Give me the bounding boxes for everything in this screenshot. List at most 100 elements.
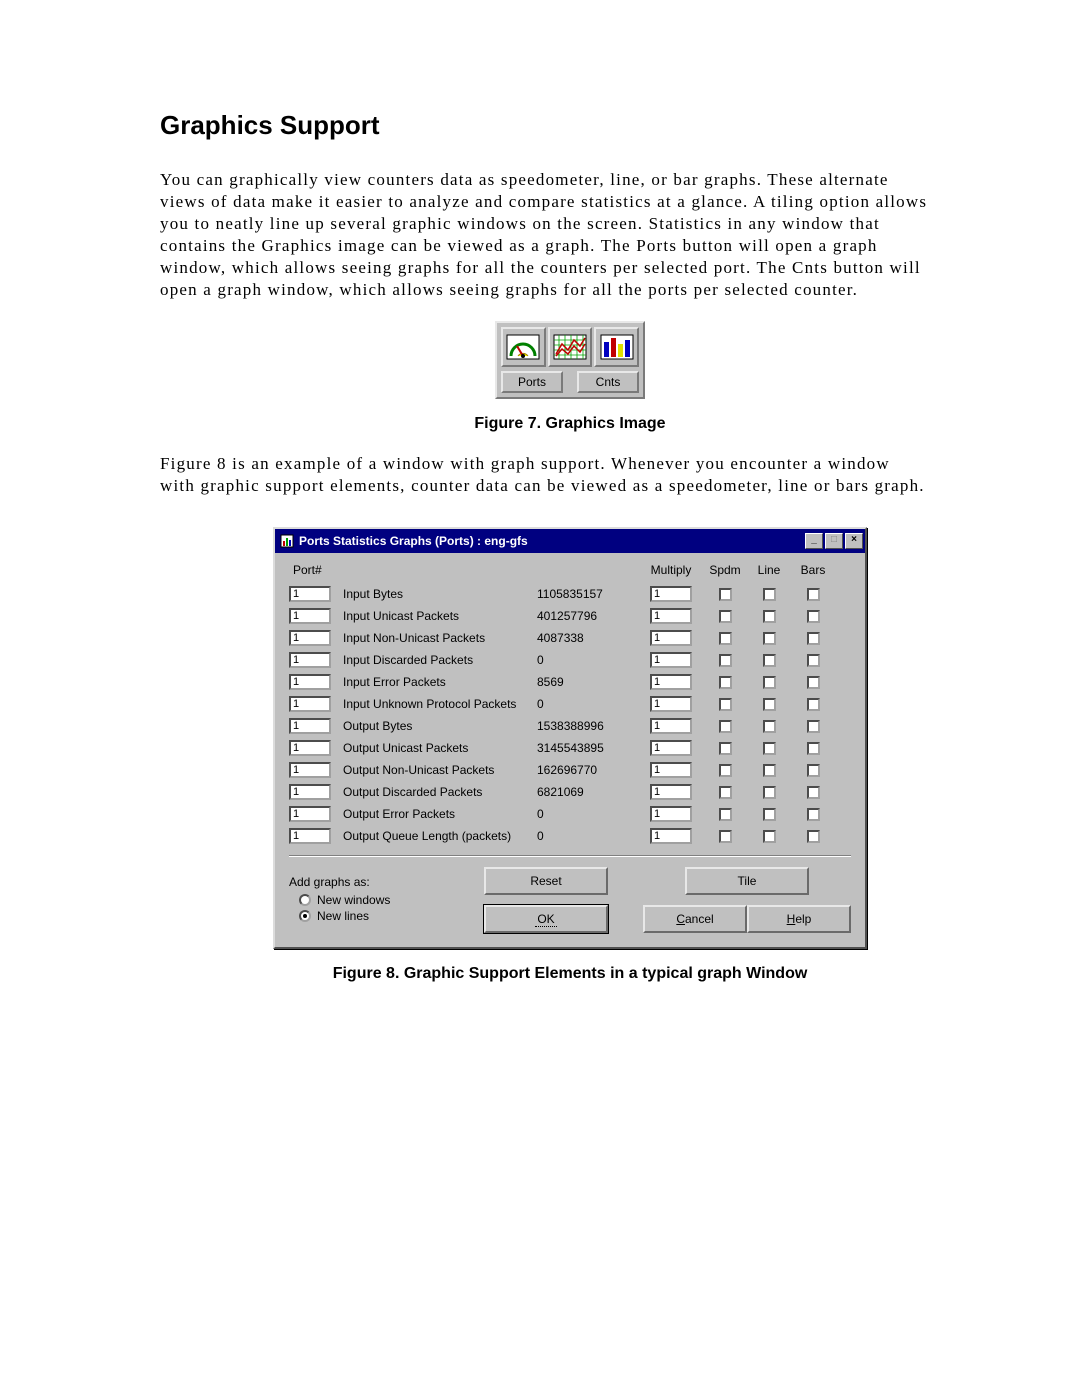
port-input[interactable] xyxy=(289,674,331,690)
line-chart-icon[interactable] xyxy=(548,327,593,367)
spdm-checkbox[interactable] xyxy=(719,742,732,755)
figure-7-caption: Figure 7. Graphics Image xyxy=(185,415,955,433)
counter-value: 0 xyxy=(537,653,637,667)
cnts-button[interactable]: Cnts xyxy=(577,371,639,393)
ok-button[interactable]: OK xyxy=(484,905,608,933)
cancel-button[interactable]: Cancel xyxy=(643,905,747,933)
paragraph-1: You can graphically view counters data a… xyxy=(160,169,930,301)
bars-checkbox[interactable] xyxy=(807,764,820,777)
bars-checkbox[interactable] xyxy=(807,742,820,755)
bars-checkbox[interactable] xyxy=(807,786,820,799)
port-input[interactable] xyxy=(289,740,331,756)
spdm-checkbox[interactable] xyxy=(719,654,732,667)
spdm-checkbox[interactable] xyxy=(719,698,732,711)
bars-checkbox[interactable] xyxy=(807,698,820,711)
header-spdm: Spdm xyxy=(705,563,745,577)
spdm-checkbox[interactable] xyxy=(719,676,732,689)
paragraph-2: Figure 8 is an example of a window with … xyxy=(160,453,930,497)
multiply-input[interactable] xyxy=(650,652,692,668)
line-checkbox[interactable] xyxy=(763,720,776,733)
multiply-input[interactable] xyxy=(650,740,692,756)
multiply-input[interactable] xyxy=(650,806,692,822)
help-button[interactable]: Help xyxy=(747,905,851,933)
bars-checkbox[interactable] xyxy=(807,808,820,821)
multiply-input[interactable] xyxy=(650,762,692,778)
counter-value: 1105835157 xyxy=(537,587,637,601)
counter-name: Input Unicast Packets xyxy=(343,609,533,623)
table-row: Output Unicast Packets3145543895 xyxy=(289,737,851,759)
close-button[interactable]: × xyxy=(845,533,863,549)
line-checkbox[interactable] xyxy=(763,742,776,755)
port-input[interactable] xyxy=(289,586,331,602)
port-input[interactable] xyxy=(289,718,331,734)
bars-checkbox[interactable] xyxy=(807,654,820,667)
radio-new-lines[interactable] xyxy=(299,910,311,922)
counter-value: 0 xyxy=(537,807,637,821)
spdm-checkbox[interactable] xyxy=(719,610,732,623)
line-checkbox[interactable] xyxy=(763,764,776,777)
line-checkbox[interactable] xyxy=(763,588,776,601)
port-input[interactable] xyxy=(289,696,331,712)
minimize-button[interactable]: _ xyxy=(805,533,823,549)
multiply-input[interactable] xyxy=(650,718,692,734)
port-input[interactable] xyxy=(289,784,331,800)
ports-button[interactable]: Ports xyxy=(501,371,563,393)
line-checkbox[interactable] xyxy=(763,786,776,799)
radio-new-windows[interactable] xyxy=(299,894,311,906)
figure-8-caption: Figure 8. Graphic Support Elements in a … xyxy=(185,965,955,983)
line-checkbox[interactable] xyxy=(763,654,776,667)
multiply-input[interactable] xyxy=(650,608,692,624)
header-port: Port# xyxy=(289,563,339,577)
counter-value: 4087338 xyxy=(537,631,637,645)
line-checkbox[interactable] xyxy=(763,830,776,843)
port-input[interactable] xyxy=(289,806,331,822)
counter-value: 0 xyxy=(537,829,637,843)
radio-new-lines-label: New lines xyxy=(317,909,369,923)
counter-name: Input Error Packets xyxy=(343,675,533,689)
reset-button[interactable]: Reset xyxy=(484,867,608,895)
spdm-checkbox[interactable] xyxy=(719,830,732,843)
bars-checkbox[interactable] xyxy=(807,720,820,733)
table-row: Input Non-Unicast Packets4087338 xyxy=(289,627,851,649)
bars-checkbox[interactable] xyxy=(807,676,820,689)
line-checkbox[interactable] xyxy=(763,676,776,689)
multiply-input[interactable] xyxy=(650,630,692,646)
counter-name: Output Bytes xyxy=(343,719,533,733)
speedometer-icon[interactable] xyxy=(501,327,546,367)
port-input[interactable] xyxy=(289,630,331,646)
multiply-input[interactable] xyxy=(650,586,692,602)
port-input[interactable] xyxy=(289,652,331,668)
spdm-checkbox[interactable] xyxy=(719,808,732,821)
spdm-checkbox[interactable] xyxy=(719,720,732,733)
counter-name: Output Queue Length (packets) xyxy=(343,829,533,843)
bars-checkbox[interactable] xyxy=(807,830,820,843)
spdm-checkbox[interactable] xyxy=(719,786,732,799)
line-checkbox[interactable] xyxy=(763,808,776,821)
spdm-checkbox[interactable] xyxy=(719,588,732,601)
counter-name: Output Discarded Packets xyxy=(343,785,533,799)
counter-name: Output Error Packets xyxy=(343,807,533,821)
tile-button[interactable]: Tile xyxy=(685,867,809,895)
bars-checkbox[interactable] xyxy=(807,588,820,601)
table-row: Output Discarded Packets 6821069 xyxy=(289,781,851,803)
spdm-checkbox[interactable] xyxy=(719,764,732,777)
multiply-input[interactable] xyxy=(650,828,692,844)
line-checkbox[interactable] xyxy=(763,610,776,623)
bar-chart-icon[interactable] xyxy=(594,327,639,367)
table-row: Output Error Packets 0 xyxy=(289,803,851,825)
spdm-checkbox[interactable] xyxy=(719,632,732,645)
multiply-input[interactable] xyxy=(650,784,692,800)
multiply-input[interactable] xyxy=(650,696,692,712)
bars-checkbox[interactable] xyxy=(807,610,820,623)
counter-value: 6821069 xyxy=(537,785,637,799)
multiply-input[interactable] xyxy=(650,674,692,690)
port-input[interactable] xyxy=(289,608,331,624)
maximize-button[interactable]: □ xyxy=(825,533,843,549)
line-checkbox[interactable] xyxy=(763,698,776,711)
titlebar[interactable]: Ports Statistics Graphs (Ports) : eng-gf… xyxy=(275,529,865,553)
port-input[interactable] xyxy=(289,828,331,844)
bars-checkbox[interactable] xyxy=(807,632,820,645)
line-checkbox[interactable] xyxy=(763,632,776,645)
port-input[interactable] xyxy=(289,762,331,778)
header-multiply: Multiply xyxy=(641,563,701,577)
